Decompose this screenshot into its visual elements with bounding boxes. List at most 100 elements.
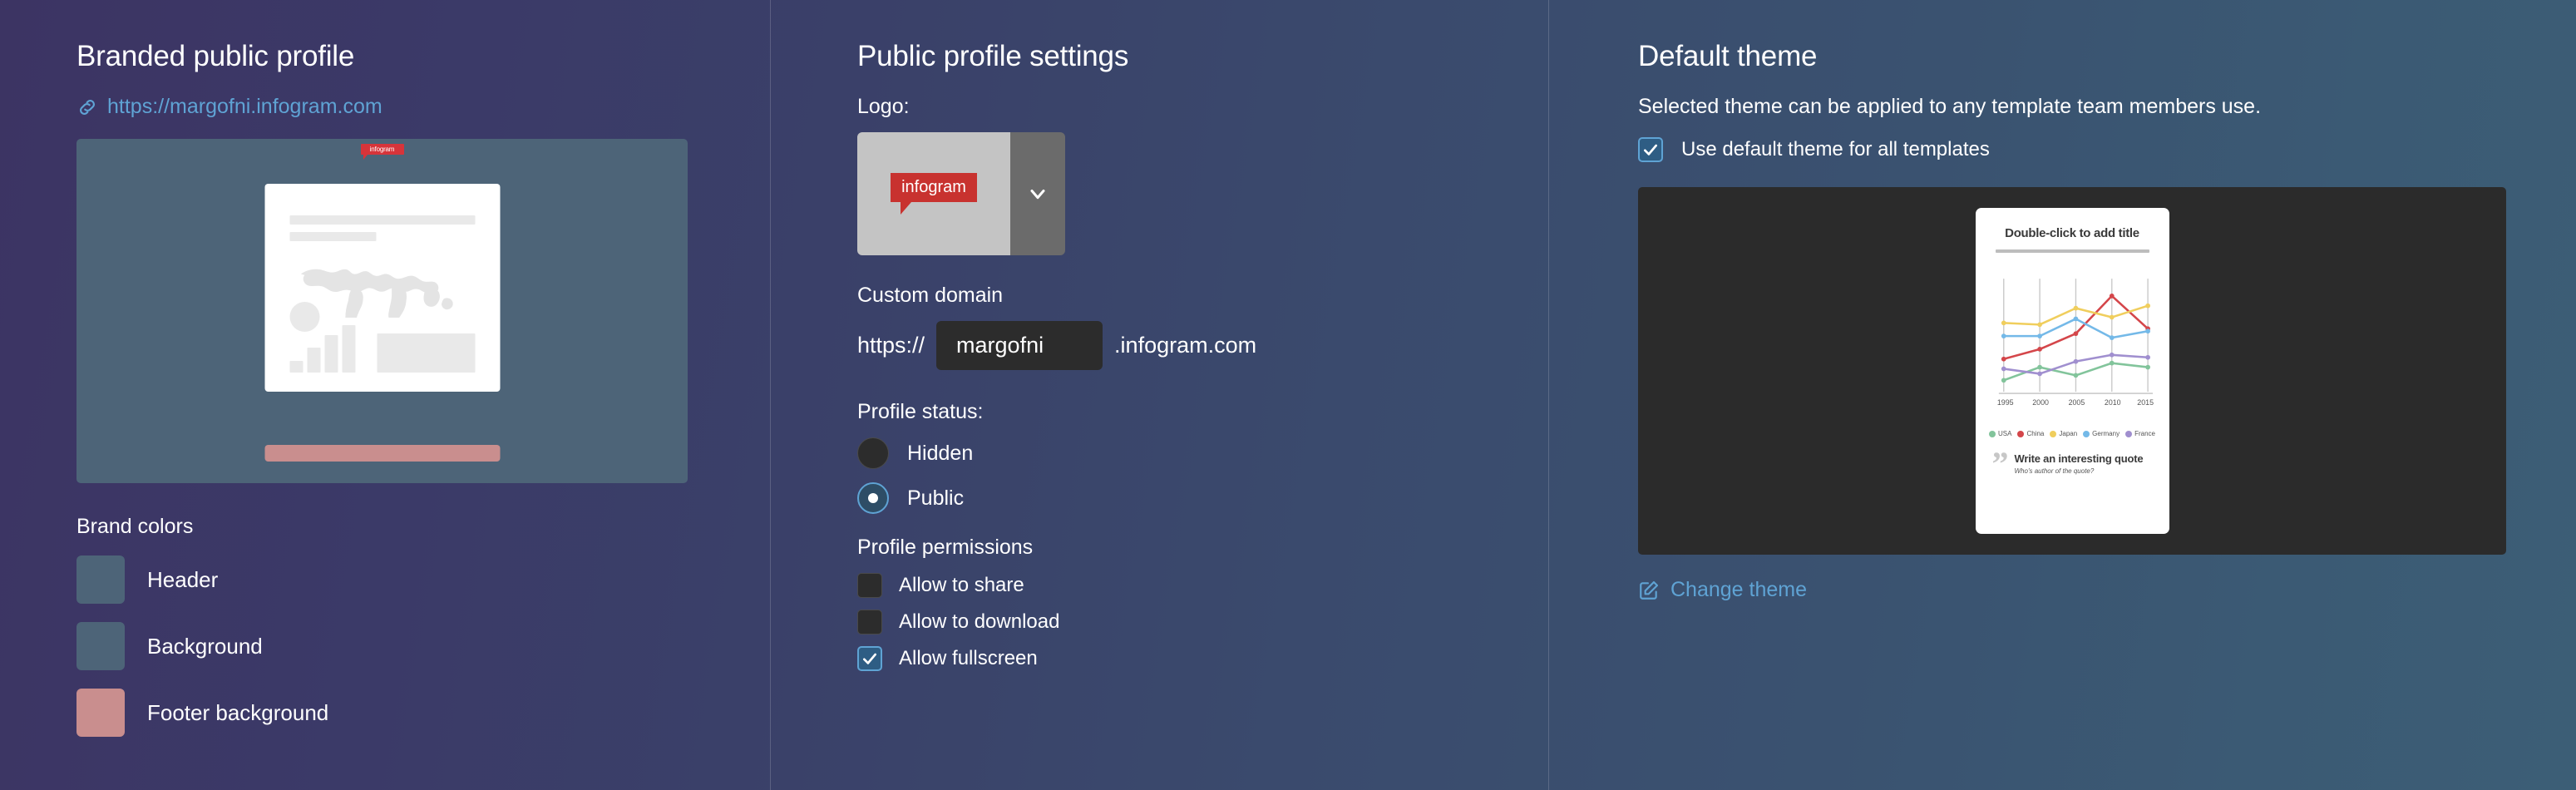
- legend-item-germany: Germany: [2083, 430, 2120, 437]
- legend-label: China: [2026, 430, 2045, 437]
- legend-item-japan: Japan: [2050, 430, 2077, 437]
- svg-text:2015: 2015: [2137, 398, 2154, 407]
- legend-label: France: [2134, 430, 2155, 437]
- column-divider-1: [770, 0, 771, 790]
- chart-legend: USA China Japan Germany France: [1989, 430, 2155, 437]
- preview-infogram-badge: infogram: [360, 144, 404, 160]
- link-icon: [76, 96, 98, 118]
- change-theme-link[interactable]: Change theme: [1638, 578, 2576, 602]
- domain-suffix-text: .infogram.com: [1114, 333, 1257, 358]
- brand-color-row-background[interactable]: Background: [76, 622, 770, 670]
- theme-slide-preview: Double-click to add title 1995 2000 2005…: [1975, 208, 2169, 534]
- radio-row-public[interactable]: Public: [857, 482, 1548, 514]
- radio-label-public: Public: [907, 486, 965, 510]
- legend-dot-germany: [2083, 430, 2090, 437]
- slide-title-text: Double-click to add title: [2005, 226, 2139, 240]
- profile-url-link[interactable]: https://margofni.infogram.com: [76, 95, 770, 119]
- chart-x-tick-labels: 1995 2000 2005 2010 2015: [1996, 398, 2153, 407]
- column-divider-2: [1548, 0, 1549, 790]
- checkbox-label-allow-fullscreen: Allow fullscreen: [899, 647, 1038, 669]
- preview-footer-bar: [264, 445, 500, 462]
- preview-block-placeholder: [377, 333, 475, 373]
- color-swatch-background[interactable]: [76, 622, 125, 670]
- preview-world-map-icon: [300, 269, 453, 318]
- legend-label: Germany: [2092, 430, 2120, 437]
- preview-subheading-placeholder: [289, 232, 377, 241]
- chevron-down-icon: [1026, 182, 1049, 205]
- logo-selector[interactable]: infogram: [857, 132, 1065, 255]
- checkbox-allow-fullscreen[interactable]: [857, 646, 882, 671]
- logo-bubble-tail: [901, 202, 911, 215]
- checkmark-icon: [861, 650, 878, 667]
- preview-heading-placeholder: [289, 215, 475, 225]
- custom-domain-input[interactable]: [936, 321, 1103, 370]
- theme-preview-panel[interactable]: Double-click to add title 1995 2000 2005…: [1638, 187, 2506, 555]
- public-profile-settings-column: Public profile settings Logo: infogram C…: [770, 0, 1548, 790]
- slide-quote-block: ” Write an interesting quote Who's autho…: [1991, 445, 2154, 482]
- logo-preview[interactable]: infogram: [857, 132, 1010, 255]
- quote-author-text: Who's author of the quote?: [2014, 467, 2095, 475]
- logo-label: Logo:: [857, 95, 910, 118]
- brand-colors-heading: Brand colors: [76, 515, 194, 538]
- checkbox-label-allow-to-share: Allow to share: [899, 574, 1024, 596]
- branded-profile-preview[interactable]: infogram: [76, 139, 688, 483]
- checkbox-row-allow-to-download[interactable]: Allow to download: [857, 610, 1548, 634]
- checkbox-row-use-default-theme[interactable]: Use default theme for all templates: [1638, 137, 2576, 162]
- legend-dot-japan: [2050, 430, 2057, 437]
- brand-color-label: Footer background: [147, 699, 329, 725]
- checkbox-allow-to-share[interactable]: [857, 573, 882, 598]
- default-theme-description: Selected theme can be applied to any tem…: [1638, 95, 2262, 118]
- checkmark-icon: [1642, 141, 1659, 158]
- custom-domain-label: Custom domain: [857, 284, 1004, 307]
- profile-permissions-label: Profile permissions: [857, 536, 1034, 559]
- legend-label: Japan: [2059, 430, 2078, 437]
- legend-item-china: China: [2017, 430, 2044, 437]
- profile-status-label: Profile status:: [857, 400, 984, 423]
- change-theme-label: Change theme: [1670, 578, 1808, 601]
- brand-color-row-footer-background[interactable]: Footer background: [76, 689, 770, 737]
- brand-color-label: Background: [147, 633, 263, 659]
- page-title-branded-profile: Branded public profile: [76, 40, 355, 72]
- page-title-default-theme: Default theme: [1638, 40, 1818, 72]
- preview-pie-placeholder: [289, 302, 319, 332]
- preview-document: [264, 184, 500, 392]
- quote-mark-icon: ”: [1991, 445, 2009, 482]
- preview-bar: [342, 324, 355, 373]
- domain-prefix-text: https://: [857, 333, 925, 358]
- color-swatch-header[interactable]: [76, 555, 125, 604]
- radio-label-hidden: Hidden: [907, 441, 974, 465]
- radio-hidden[interactable]: [857, 437, 889, 469]
- branded-public-profile-column: Branded public profile https://margofni.…: [0, 0, 770, 790]
- logo-bubble: infogram: [891, 173, 977, 215]
- legend-item-usa: USA: [1989, 430, 2011, 437]
- radio-row-hidden[interactable]: Hidden: [857, 437, 1548, 469]
- svg-text:2000: 2000: [2032, 398, 2049, 407]
- profile-url-text: https://margofni.infogram.com: [107, 95, 382, 118]
- brand-color-row-header[interactable]: Header: [76, 555, 770, 604]
- svg-text:1995: 1995: [1996, 398, 2013, 407]
- page-title-public-profile-settings: Public profile settings: [857, 40, 1129, 72]
- preview-badge-tail: [363, 155, 368, 160]
- radio-public[interactable]: [857, 482, 889, 514]
- settings-columns: Branded public profile https://margofni.…: [0, 0, 2576, 790]
- logo-bubble-text: infogram: [891, 173, 977, 202]
- checkbox-row-allow-to-share[interactable]: Allow to share: [857, 573, 1548, 598]
- preview-badge-text: infogram: [360, 144, 404, 155]
- preview-bottom-row: [289, 321, 475, 373]
- slide-line-chart: 1995 2000 2005 2010 2015: [1996, 279, 2154, 407]
- checkbox-allow-to-download[interactable]: [857, 610, 882, 634]
- preview-bar: [307, 348, 320, 373]
- preview-bar: [324, 335, 338, 373]
- logo-dropdown-button[interactable]: [1010, 132, 1065, 255]
- legend-dot-usa: [1989, 430, 1996, 437]
- radio-dot-icon: [868, 493, 878, 503]
- checkbox-label-allow-to-download: Allow to download: [899, 610, 1060, 633]
- svg-text:2010: 2010: [2104, 398, 2120, 407]
- checkbox-row-allow-fullscreen[interactable]: Allow fullscreen: [857, 646, 1548, 671]
- legend-dot-china: [2017, 430, 2025, 437]
- color-swatch-footer-background[interactable]: [76, 689, 125, 737]
- legend-label: USA: [1998, 430, 2012, 437]
- quote-main-text: Write an interesting quote: [2014, 452, 2144, 465]
- checkbox-use-default-theme[interactable]: [1638, 137, 1663, 162]
- legend-item-france: France: [2125, 430, 2155, 437]
